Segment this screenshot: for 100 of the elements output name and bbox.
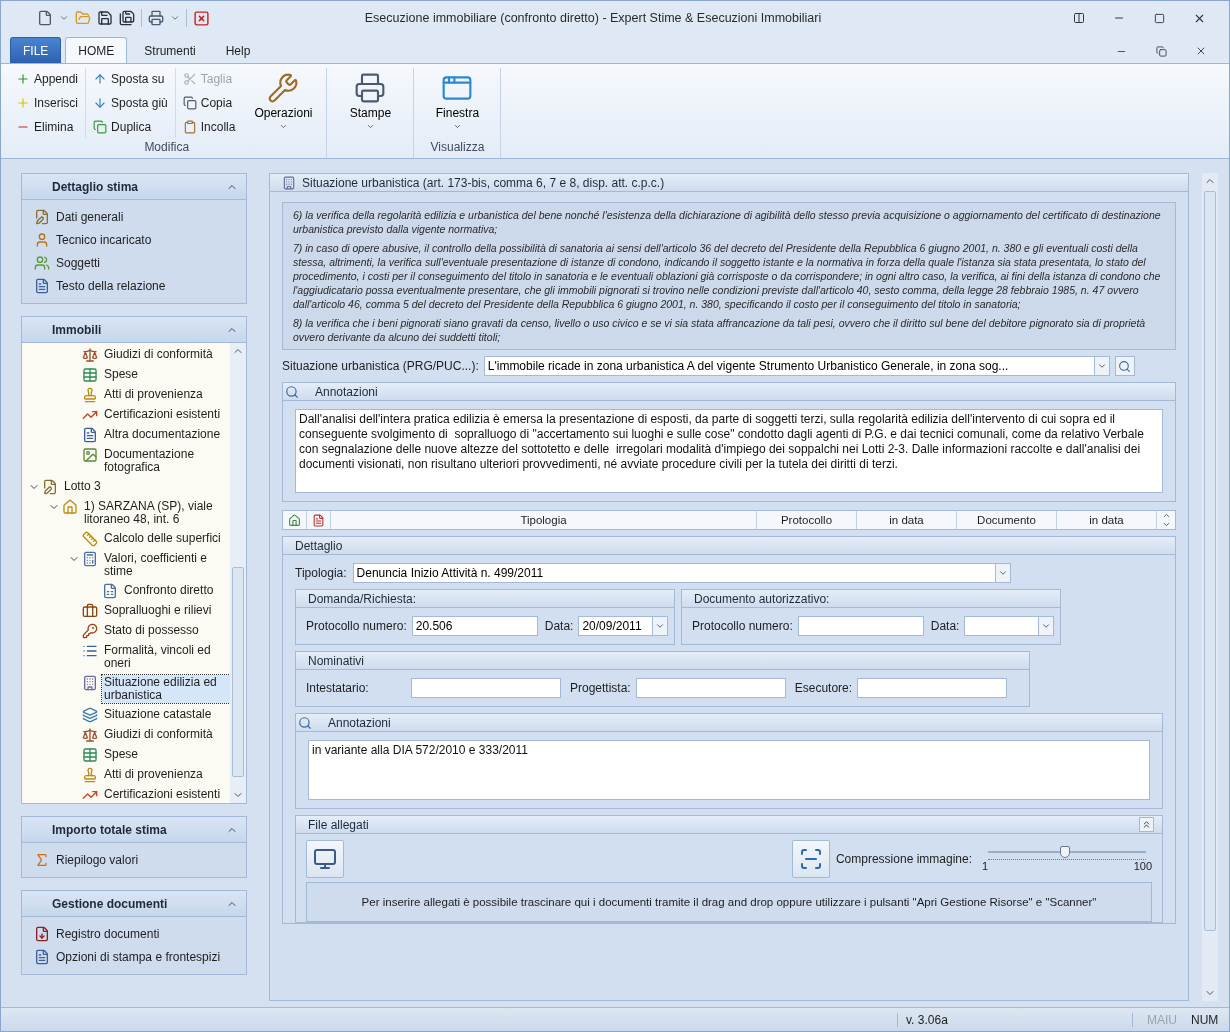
close-document-button[interactable] [193, 9, 210, 27]
ribbon-button[interactable]: Stampe [333, 68, 408, 138]
sidebar-link[interactable]: Testo della relazione [34, 277, 246, 295]
tree-item[interactable]: Lotto 3 [62, 479, 230, 494]
table-icon [82, 747, 98, 763]
ribbon-button[interactable]: Incolla [179, 116, 239, 138]
panel-title: Gestione documenti [52, 896, 169, 911]
sidebar-link[interactable]: Registro documenti [34, 925, 246, 943]
search-button[interactable] [1114, 356, 1135, 376]
sidebar-link[interactable]: Opzioni di stampa e frontespizi [34, 948, 246, 966]
slider-min-label: 1 [982, 860, 989, 872]
tree-item[interactable]: Valori, coefficienti e stime [102, 551, 230, 579]
tree-item[interactable]: Giudizi di conformità [102, 347, 230, 362]
collapse-button[interactable] [1139, 817, 1154, 832]
scrollbar[interactable] [230, 343, 246, 803]
column-header[interactable]: in data [1057, 511, 1157, 529]
scanner-button[interactable] [791, 840, 830, 878]
legal-paragraph: 6) la verifica della regolarità edilizia e urbanistica del bene nonché l'esistenza della dichiarazione di agibilità dello stesso previa acquisizione o aggiornamento del certificato di destinazione urbanistica previsto dalla vigente normativa; [293, 208, 1162, 236]
calculator-icon [82, 551, 98, 567]
save-all-button[interactable] [119, 10, 135, 26]
ribbon-button[interactable]: Duplica [90, 116, 171, 138]
tree-item[interactable]: Certificazioni esistenti [102, 787, 230, 802]
tree-item[interactable]: 1) SARZANA (SP), viale litoraneo 48, int. 6 [82, 499, 230, 527]
name-field[interactable] [635, 678, 786, 698]
house-icon [62, 499, 78, 515]
notes-field[interactable]: Dall'analisi dell'intera pratica edilizia è emersa la presentazione di esposti, da parte di soggetti terzi, sulla regolarità edilizia dell'intervento di cui sopra ed il conseguente svolgimento di sopralluogo di "accertamento sui luoghi e sulle cose" condotto dagli agenti di P.G. e dai tecnici comunali, come da relativo Verbale con segnalazione delle nuove altezze del sottotetto e delle irregolari modalità d'impiego dei soppalchi nei Lotti 2-3. Dalle informazioni raccolte e dall'analisi dei documenti visionati, non risultano ulteriori provvedimenti, né avviate procedure civili per la tutela dei diritti di terzi. [295, 409, 1163, 493]
group-title: Nominativi [307, 653, 365, 668]
sidebar-link[interactable]: Riepilogo valori [34, 851, 246, 869]
type-combo[interactable]: Denuncia Inizio Attività n. 499/2011 [352, 563, 995, 583]
tree-item[interactable]: Atti di provenienza [102, 387, 230, 402]
protocol-field[interactable]: 20.506 [411, 616, 538, 636]
urban-situation-combo[interactable]: L'immobile ricade in zona urbanistica A del vigente Strumento Urbanistico Generale, in zona sog... [483, 356, 1094, 376]
ribbon-tab[interactable]: FILE [10, 37, 62, 63]
ribbon-button[interactable]: Appendi [13, 68, 82, 90]
sort-up-icon[interactable] [1161, 511, 1171, 520]
tree-item[interactable]: Situazione edilizia ed urbanistica [102, 675, 230, 703]
name-field[interactable] [857, 678, 1008, 698]
ribbon-button[interactable]: Operazioni [246, 68, 321, 138]
drop-zone[interactable]: Per inserire allegati è possibile trascinare qui i documenti tramite il drag and drop oppure utilizzare i pulsanti "Apri Gestione Risorse" e "Scanner" [306, 882, 1152, 922]
ribbon-button[interactable]: Inserisci [13, 92, 82, 114]
sidebar-link[interactable]: Dati generali [34, 208, 246, 226]
new-file-button[interactable] [37, 10, 53, 26]
tree-item[interactable]: Spese [102, 367, 230, 382]
field-label: Data: [930, 619, 960, 633]
sidebar-link[interactable]: Soggetti [34, 254, 246, 272]
tree-item[interactable]: Atti di provenienza [102, 767, 230, 782]
document-icon [82, 427, 98, 443]
tree-item[interactable]: Certificazioni esistenti [102, 407, 230, 422]
sidebar-link[interactable]: Tecnico incaricato [34, 231, 246, 249]
tree-item[interactable]: Giudizi di conformità [102, 727, 230, 742]
save-button[interactable] [97, 10, 113, 26]
close-icon [1195, 45, 1207, 57]
column-header[interactable]: Tipologia [331, 511, 757, 529]
slider-thumb[interactable] [1060, 846, 1071, 858]
dropdown-button[interactable] [652, 616, 669, 636]
slider-track[interactable] [988, 846, 1146, 860]
scrollbar[interactable] [1202, 173, 1218, 1001]
ribbon-button[interactable]: Sposta giù [90, 92, 171, 114]
panel-title: Dettaglio stima [52, 179, 139, 194]
open-button[interactable] [75, 10, 91, 26]
notes-field[interactable]: in variante alla DIA 572/2010 e 333/2011 [308, 740, 1150, 800]
ribbon-button[interactable]: Sposta su [90, 68, 171, 90]
dropdown-button[interactable] [59, 13, 69, 23]
date-field[interactable] [964, 616, 1039, 636]
computer-button[interactable] [306, 840, 344, 878]
print-button[interactable] [148, 10, 164, 26]
tree-item[interactable]: Sopralluoghi e rilievi [102, 603, 230, 618]
tree-item[interactable]: Stato di possesso [102, 623, 230, 638]
ribbon-tab[interactable]: HOME [65, 37, 128, 63]
scroll-thumb[interactable] [1204, 191, 1216, 931]
column-header[interactable]: Documento [957, 511, 1057, 529]
ribbon-button[interactable]: Copia [179, 92, 239, 114]
tree-item[interactable]: Documentazione fotografica [102, 447, 230, 475]
tree-item[interactable]: Calcolo delle superfici [102, 531, 230, 546]
group-title: Documento autorizzativo: [693, 591, 831, 606]
column-header[interactable]: in data [857, 511, 957, 529]
tree-item[interactable]: Formalità, vincoli ed oneri [102, 643, 230, 671]
date-field[interactable]: 20/09/2011 [578, 616, 653, 636]
dropdown-button[interactable] [170, 13, 180, 23]
scroll-thumb[interactable] [232, 567, 244, 777]
ribbon-tab[interactable]: Help [212, 37, 264, 63]
column-header[interactable]: Protocollo [757, 511, 857, 529]
ribbon-tab[interactable]: Strumenti [131, 37, 209, 63]
tree-item[interactable]: Situazione catastale [102, 707, 230, 722]
dropdown-button[interactable] [1038, 616, 1055, 636]
scales-icon [82, 727, 98, 743]
tree-item[interactable]: Spese [102, 747, 230, 762]
tree-item[interactable]: Altra documentazione [102, 427, 230, 442]
ribbon-button[interactable]: Elimina [13, 116, 82, 138]
name-field[interactable] [411, 678, 561, 698]
key-icon [82, 623, 98, 639]
caret-icon [1096, 361, 1107, 371]
protocol-field[interactable] [797, 616, 924, 636]
document-icon[interactable] [312, 513, 325, 527]
sort-down-icon[interactable] [1161, 520, 1171, 529]
status-indicator: MAIU [1146, 1012, 1178, 1027]
house-icon[interactable] [288, 513, 301, 527]
search-icon [298, 715, 312, 730]
tree-item[interactable]: Confronto diretto [122, 583, 230, 598]
ribbon-button[interactable]: Finestra [420, 68, 495, 138]
